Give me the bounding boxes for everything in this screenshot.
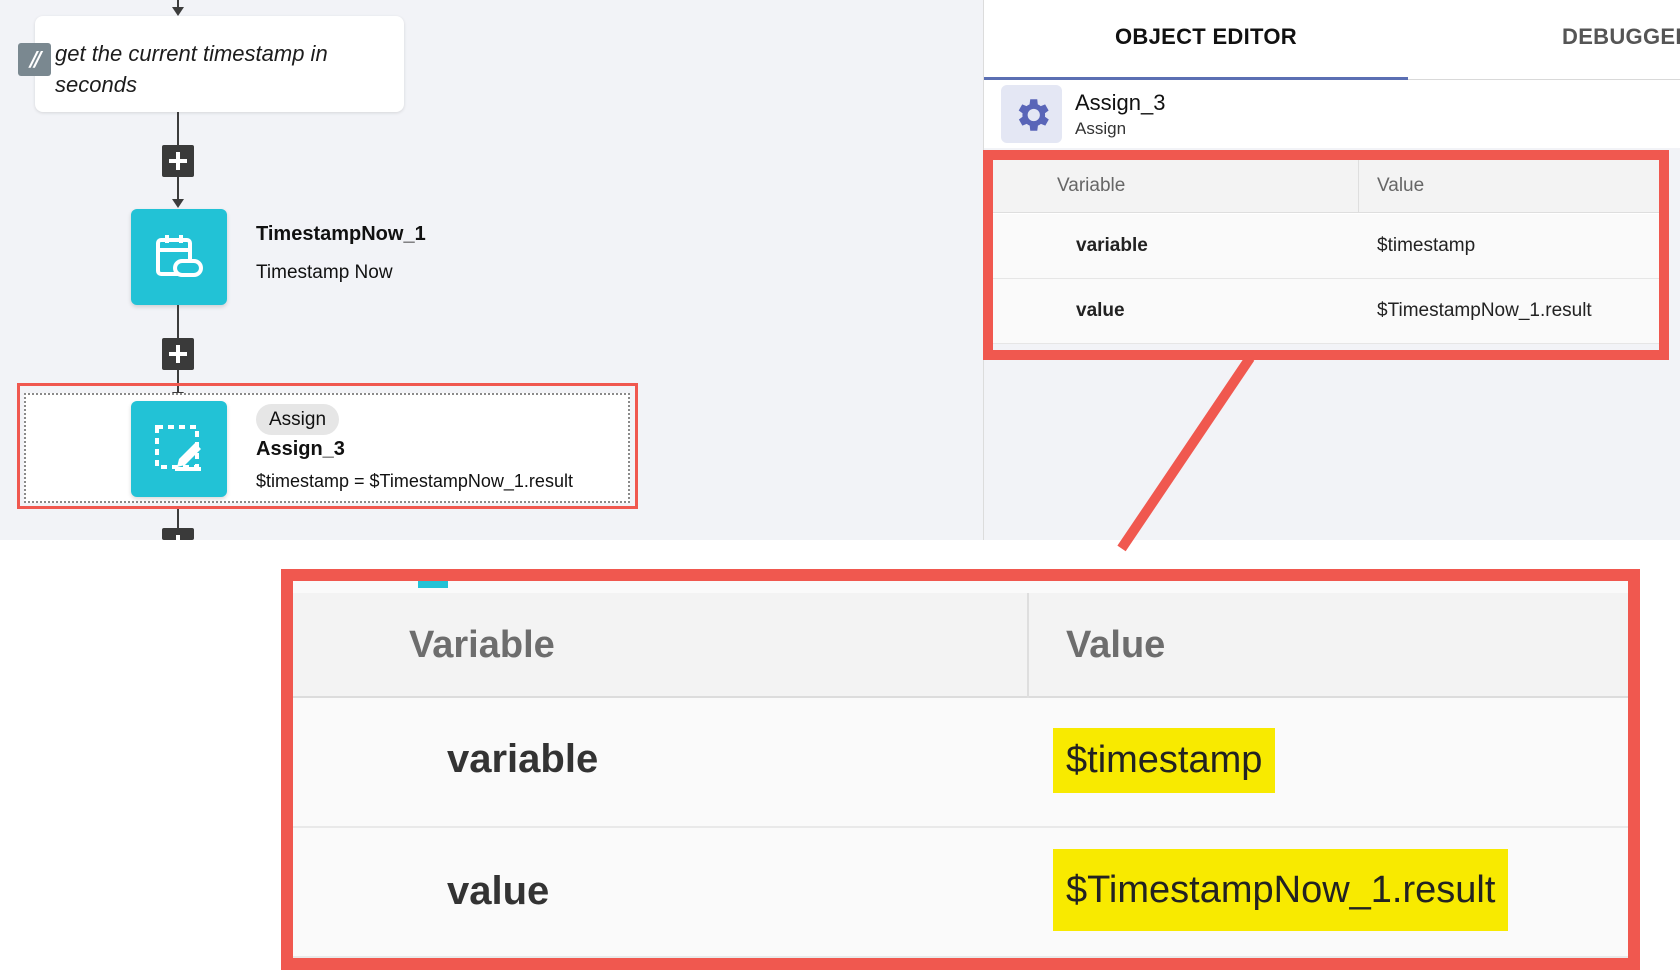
node-type-badge: Assign	[256, 404, 340, 435]
assign-node-icon[interactable]	[131, 401, 227, 497]
zoom-column-header-value: Value	[1066, 624, 1166, 666]
tab-debugger[interactable]: DEBUGGER	[1562, 24, 1680, 50]
panel-tabs: OBJECT EDITOR DEBUGGER	[984, 0, 1680, 80]
connector-arrow	[172, 199, 184, 208]
node-subtitle: $timestamp = $TimestampNow_1.result	[256, 471, 573, 491]
connector-arrow	[172, 7, 184, 16]
zoom-column-header-variable: Variable	[409, 624, 555, 666]
zoom-table-row: value $TimestampNow_1.result	[293, 828, 1628, 958]
node-title: Assign_3	[256, 438, 345, 460]
tab-object-editor[interactable]: OBJECT EDITOR	[1115, 24, 1297, 50]
calendar-edit-icon	[156, 235, 203, 277]
select-edit-icon	[155, 425, 201, 471]
object-name: Assign_3	[1075, 90, 1166, 115]
comment-card[interactable]: // get the current timestamp in seconds	[18, 16, 404, 112]
column-divider	[1027, 593, 1029, 698]
zoomed-table-callout: Variable Value variable $timestamp value…	[281, 569, 1640, 970]
flow-canvas[interactable]: // get the current timestamp in seconds …	[0, 0, 983, 553]
add-step-button[interactable]	[162, 338, 194, 370]
node-title: TimestampNow_1	[256, 223, 426, 245]
zoom-table-row: variable $timestamp	[293, 698, 1628, 828]
timestamp-node-icon[interactable]	[131, 209, 227, 305]
object-type: Assign	[1075, 119, 1127, 138]
decorative-mark	[418, 581, 448, 588]
zoom-row-key: value	[447, 869, 550, 913]
node-subtitle: Timestamp Now	[256, 262, 393, 283]
comment-icon: //	[18, 43, 51, 76]
comment-text: get the current timestamp in seconds	[55, 41, 328, 97]
gear-icon	[1018, 99, 1049, 131]
zoom-row-value-highlighted: $TimestampNow_1.result	[1053, 849, 1509, 931]
zoom-row-key: variable	[447, 737, 599, 781]
callout-box	[983, 150, 1669, 360]
add-step-button[interactable]	[162, 528, 194, 553]
zoomed-table: Variable Value variable $timestamp value…	[293, 581, 1628, 958]
zoom-row-value-highlighted: $timestamp	[1053, 728, 1276, 793]
object-header: Assign_3 Assign	[984, 80, 1680, 148]
object-type-icon	[1001, 85, 1062, 143]
add-step-button[interactable]	[162, 145, 194, 177]
zoom-table-header: Variable Value	[293, 593, 1628, 698]
